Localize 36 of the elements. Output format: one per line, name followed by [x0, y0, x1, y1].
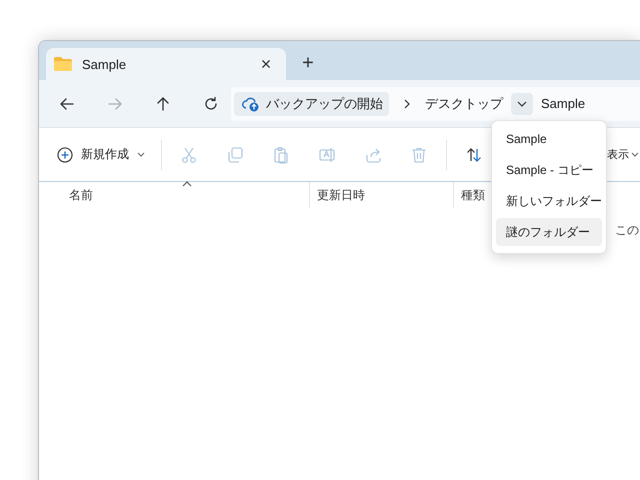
breadcrumb-item[interactable]: Sample [541, 96, 586, 111]
folder-tab[interactable]: Sample × [46, 48, 286, 80]
tab-title: Sample [82, 56, 128, 72]
up-arrow-icon [155, 96, 171, 112]
backup-chip[interactable]: バックアップの開始 [234, 92, 389, 116]
menu-item[interactable]: 謎のフォルダー [496, 218, 602, 246]
back-arrow-icon [59, 96, 75, 112]
menu-item[interactable]: Sample - コピー [496, 156, 602, 184]
breadcrumb-dropdown-button[interactable] [511, 92, 533, 114]
address-field[interactable]: バックアップの開始 デスクトップ Sample [231, 86, 640, 120]
chevron-down-icon [137, 152, 145, 157]
rename-icon [318, 146, 336, 164]
folder-icon [54, 57, 72, 71]
view-button[interactable]: 表示 [607, 147, 639, 162]
new-button[interactable]: 新規作成 [57, 138, 145, 170]
chevron-right-icon [403, 98, 411, 108]
clipboard-icon [272, 146, 290, 164]
menu-item[interactable]: 新しいフォルダー [496, 187, 602, 215]
menu-item[interactable]: Sample [496, 125, 602, 153]
close-tab-button[interactable]: × [254, 52, 278, 76]
forward-arrow-icon [107, 96, 123, 112]
chevron-down-icon [517, 100, 527, 106]
sort-arrows-icon [465, 146, 483, 164]
new-tab-button[interactable]: + [296, 50, 320, 76]
copy-icon [226, 146, 244, 164]
scissors-icon [180, 146, 198, 164]
column-header[interactable]: 更新日時 [310, 182, 454, 208]
refresh-icon [203, 96, 219, 112]
plus-circle-icon [57, 146, 73, 162]
empty-folder-message: この [615, 222, 639, 239]
trash-icon [410, 146, 428, 164]
column-header[interactable]: 名前 [39, 182, 310, 208]
share-icon [364, 146, 382, 164]
breadcrumb-item[interactable]: デスクトップ [425, 94, 503, 112]
chevron-down-icon [631, 152, 639, 157]
cloud-upload-icon [242, 96, 260, 112]
